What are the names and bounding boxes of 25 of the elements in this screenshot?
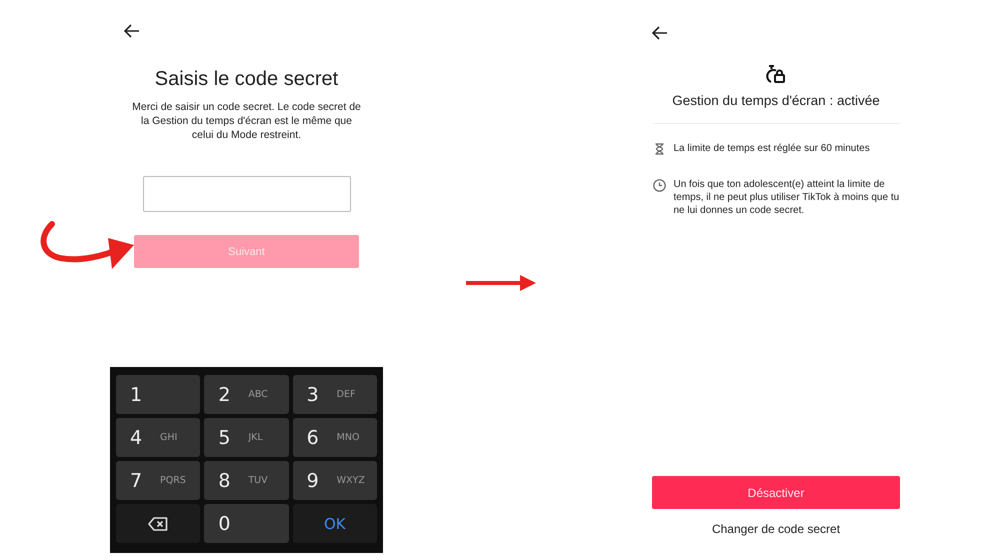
- ok-key[interactable]: OK: [292, 504, 377, 543]
- keypad-key[interactable]: 8 TUV: [204, 461, 289, 500]
- info-text: Un fois que ton adolescent(e) atteint la limite de temps, il ne peut plus utiliser TikTok à moins que tu ne lui donnes un code secret.: [674, 178, 900, 217]
- code-input-field[interactable]: [142, 176, 350, 212]
- keypad-key[interactable]: 6 MNO: [292, 418, 377, 457]
- keypad-key[interactable]: 4 GHI: [116, 418, 200, 457]
- keypad-key[interactable]: 1: [116, 375, 200, 414]
- timer-lock-icon: [765, 64, 787, 84]
- status-title: Gestion du temps d'écran : activée: [672, 93, 880, 108]
- keypad-key[interactable]: 5 JKL: [204, 418, 289, 457]
- right-arrow-icon: [466, 273, 536, 293]
- clock-icon: [652, 179, 666, 192]
- backspace-icon[interactable]: [148, 516, 168, 530]
- back-icon[interactable]: [652, 26, 668, 40]
- keypad-key[interactable]: 3 DEF: [292, 375, 377, 414]
- keypad-key[interactable]: 2 ABC: [204, 375, 289, 414]
- keypad-key[interactable]: 9 WXYZ: [292, 461, 377, 500]
- hourglass-icon: [652, 143, 666, 155]
- description-text: Merci de saisir un code secret. Le code secret de la Gestion du temps d'écran est le même que celui du Mode restreint.: [131, 100, 362, 142]
- change-code-link[interactable]: Changer de code secret: [710, 520, 842, 538]
- screen-title: Saisis le code secret: [154, 68, 338, 91]
- info-text: La limite de temps est réglée sur 60 minutes: [674, 142, 870, 155]
- keypad-key[interactable]: 0: [204, 504, 289, 543]
- keypad-key[interactable]: 7 PQRS: [116, 461, 200, 500]
- back-icon[interactable]: [124, 24, 140, 38]
